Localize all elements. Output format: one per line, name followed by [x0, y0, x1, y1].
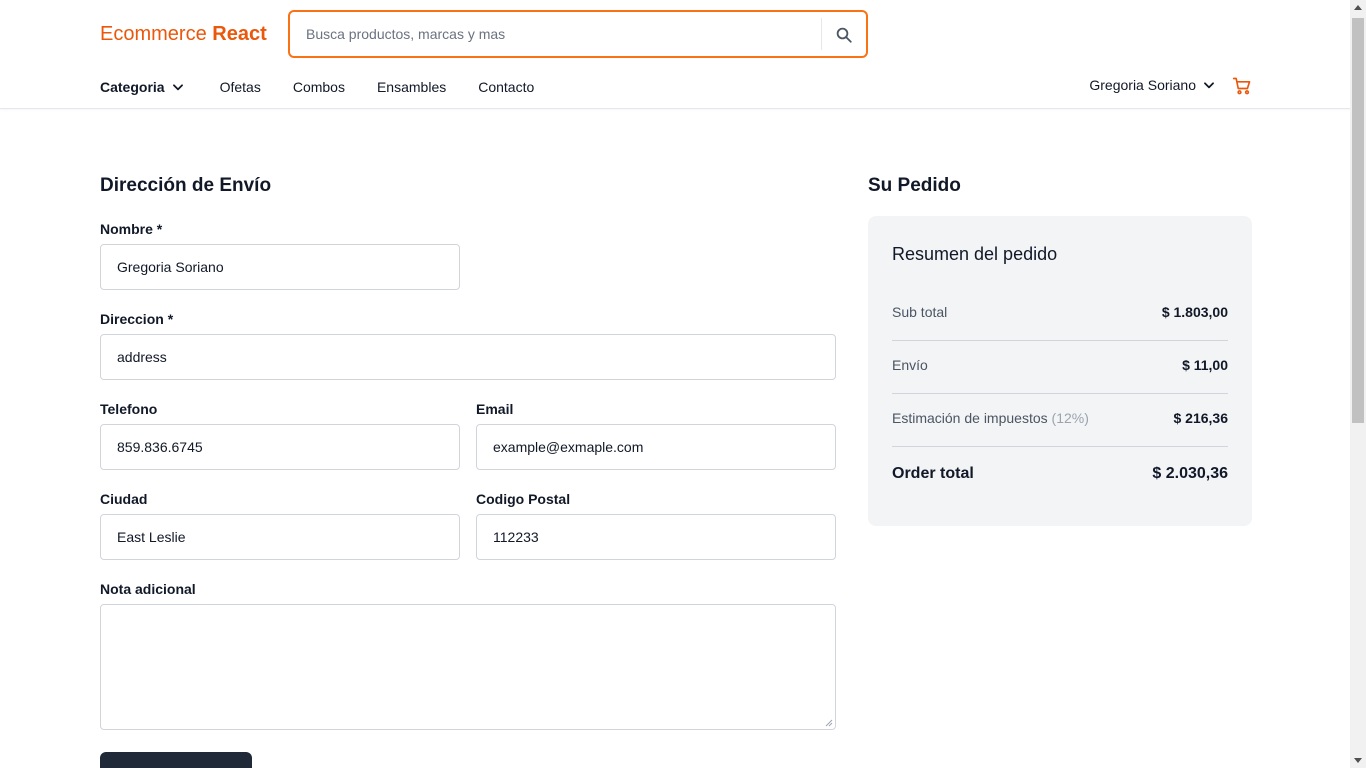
nota-label: Nota adicional: [100, 581, 196, 597]
total-row: Order total $ 2.030,36: [892, 465, 1228, 483]
ciudad-field[interactable]: East Leslie: [100, 514, 460, 560]
nav-categoria-label: Categoria: [100, 79, 165, 95]
chevron-down-icon: [1204, 82, 1214, 89]
main-nav: Categoria Ofetas Combos Ensambles Contac…: [100, 77, 534, 97]
site-header: Ecommerce React Busca productos, marcas …: [0, 0, 1350, 109]
subtotal-value: $ 1.803,00: [1161, 304, 1228, 320]
order-summary-card: Resumen del pedido Sub total $ 1.803,00 …: [868, 216, 1252, 526]
scroll-up-icon[interactable]: [1354, 5, 1362, 10]
total-label: Order total: [892, 465, 974, 482]
user-name: Gregoria Soriano: [1089, 77, 1196, 93]
codigo-postal-label: Codigo Postal: [476, 491, 571, 507]
subtotal-row: Sub total $ 1.803,00: [892, 304, 1228, 320]
scrollbar-thumb[interactable]: [1352, 18, 1364, 423]
envio-row: Envío $ 11,00: [892, 357, 1228, 373]
tax-rate: (12%): [1051, 410, 1089, 426]
telefono-field[interactable]: 859.836.6745: [100, 424, 460, 470]
nav-categoria[interactable]: Categoria: [100, 79, 185, 95]
codigo-postal-field[interactable]: 112233: [476, 514, 836, 560]
nav-ofetas[interactable]: Ofetas: [220, 79, 261, 95]
search-bar[interactable]: Busca productos, marcas y mas: [288, 10, 868, 58]
logo-bold: React: [212, 23, 267, 45]
nav-ensambles[interactable]: Ensambles: [377, 79, 446, 95]
search-input[interactable]: Busca productos, marcas y mas: [306, 26, 505, 42]
tax-value: $ 216,36: [1173, 410, 1229, 426]
divider: [892, 393, 1228, 394]
divider: [892, 340, 1228, 341]
nav-combos[interactable]: Combos: [293, 79, 345, 95]
logo-prefix: Ecommerce: [100, 23, 213, 45]
chevron-down-icon: [172, 84, 183, 91]
envio-label: Envío: [892, 357, 928, 373]
email-label: Email: [476, 401, 514, 417]
divider: [892, 446, 1228, 447]
tax-label: Estimación de impuestos: [892, 410, 1048, 426]
logo[interactable]: Ecommerce React: [100, 21, 267, 47]
scroll-down-icon[interactable]: [1354, 758, 1362, 763]
tax-label-group: Estimación de impuestos (12%): [892, 410, 1089, 426]
user-menu[interactable]: Gregoria Soriano: [1089, 77, 1216, 93]
ciudad-label: Ciudad: [100, 491, 148, 507]
nombre-field[interactable]: Gregoria Soriano: [100, 244, 460, 290]
order-title: Su Pedido: [868, 175, 961, 196]
search-icon: [836, 27, 852, 43]
search-divider: [821, 18, 822, 50]
nota-textarea[interactable]: [100, 604, 836, 730]
shipping-title: Dirección de Envío: [100, 175, 272, 196]
direccion-field[interactable]: address: [100, 334, 836, 380]
page-scrollbar[interactable]: [1350, 0, 1366, 768]
total-value: $ 2.030,36: [1152, 465, 1228, 482]
direccion-label: Direccion *: [100, 311, 174, 327]
envio-value: $ 11,00: [1182, 357, 1228, 373]
telefono-label: Telefono: [100, 401, 158, 417]
resize-grip-icon[interactable]: [825, 719, 833, 727]
submit-order-button[interactable]: [100, 752, 252, 768]
nombre-label: Nombre *: [100, 221, 163, 237]
search-button[interactable]: [830, 21, 858, 49]
subtotal-label: Sub total: [892, 304, 948, 320]
cart-icon[interactable]: [1232, 76, 1252, 96]
nav-contacto[interactable]: Contacto: [478, 79, 534, 95]
tax-row: Estimación de impuestos (12%) $ 216,36: [892, 410, 1228, 426]
summary-title: Resumen del pedido: [892, 244, 1058, 264]
email-field[interactable]: example@exmaple.com: [476, 424, 836, 470]
